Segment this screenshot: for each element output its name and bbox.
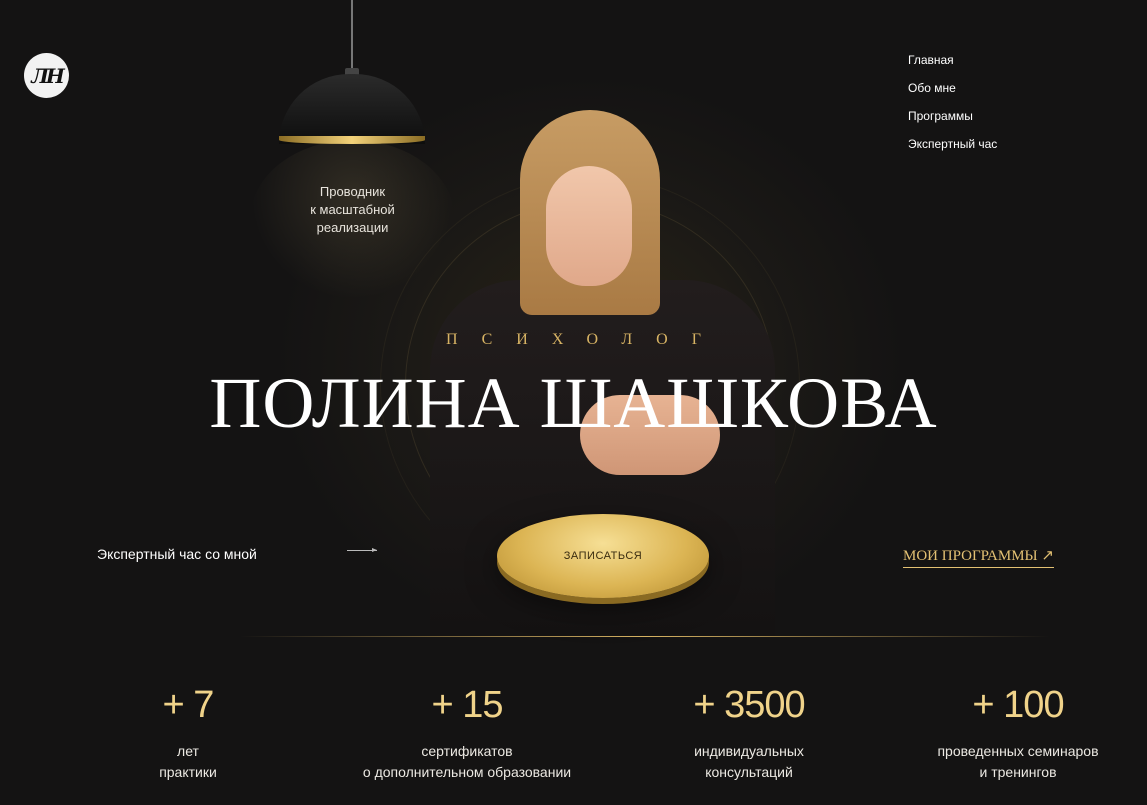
expert-hour-label: Экспертный час со мной — [97, 546, 257, 562]
stat-value: + 7 — [162, 684, 215, 726]
lamp-cord — [351, 0, 353, 74]
nav-item-programs[interactable]: Программы — [908, 108, 997, 136]
role-label: ПСИХОЛОГ — [446, 331, 725, 348]
arrow-right-icon — [347, 548, 377, 552]
nav-item-home[interactable]: Главная — [908, 52, 997, 80]
stat-value: + 15 — [431, 684, 503, 726]
portrait-face — [546, 166, 632, 286]
my-programs-link[interactable]: МОИ ПРОГРАММЫ ↗ — [903, 546, 1054, 568]
stat-value: + 3500 — [693, 684, 805, 726]
hero-section: ЛН Проводник к масштабной реализации Гла… — [0, 0, 1147, 805]
stat-value: + 100 — [972, 684, 1064, 726]
nav-item-about[interactable]: Обо мне — [908, 80, 997, 108]
stat-item: + 15 сертификатов о дополнительном образ… — [337, 683, 597, 783]
logo[interactable]: ЛН — [24, 53, 69, 98]
stat-label: сертификатов о дополнительном образовани… — [362, 743, 572, 780]
main-nav: Главная Обо мне Программы Экспертный час — [908, 52, 997, 164]
lamp-rim — [279, 136, 425, 144]
divider — [240, 636, 1050, 637]
stat-label: лет практики — [159, 743, 217, 780]
stat-label: проведенных семинаров и тренингов — [937, 743, 1099, 780]
nav-item-expert-hour[interactable]: Экспертный час — [908, 136, 997, 164]
tagline: Проводник к масштабной реализации — [310, 184, 395, 235]
stat-item: + 7 лет практики — [58, 683, 318, 783]
stat-item: + 100 проведенных семинаров и тренингов — [888, 683, 1147, 783]
signup-button[interactable]: ЗАПИСАТЬСЯ — [497, 514, 709, 598]
page-title: ПОЛИНА ШАШКОВА — [209, 363, 938, 443]
stat-item: + 3500 индивидуальных консультаций — [619, 683, 879, 783]
stat-label: индивидуальных консультаций — [694, 743, 804, 780]
lamp-shade — [279, 74, 425, 144]
